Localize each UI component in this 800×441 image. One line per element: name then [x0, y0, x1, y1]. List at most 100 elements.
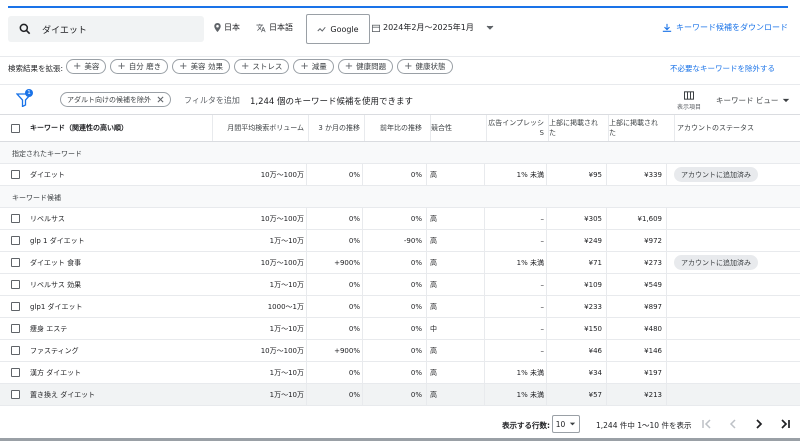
row-checkbox[interactable]: [11, 170, 20, 179]
header-keyword[interactable]: キーワード（関連性の高い順）: [30, 115, 210, 141]
prev-icon[interactable]: [726, 417, 740, 431]
yoy-cell: -90%: [403, 236, 422, 245]
expand-label: 検索結果を拡張:: [8, 64, 64, 73]
expand-bar: 検索結果を拡張: + 美容 + 自分 磨き + 美容 効果 + ストレス + 減量 + 健康問題 + 健康…: [0, 56, 800, 76]
three-month-cell: 0%: [348, 324, 360, 333]
row-checkbox[interactable]: [11, 346, 20, 355]
expand-chip[interactable]: + ストレス: [233, 59, 290, 74]
location-filter[interactable]: 日本: [214, 22, 240, 33]
table-row[interactable]: glp 1 ダイエット 1万～10万 0% -90% 高 – ¥249 ¥972: [0, 230, 800, 252]
competition-cell: 高: [430, 214, 437, 223]
volume-cell: 1万～10万: [269, 280, 304, 289]
volume-cell: 1000～1万: [267, 302, 304, 311]
expand-chip[interactable]: + 健康状態: [397, 59, 453, 74]
header-low-bid[interactable]: 上部に掲載された: [548, 115, 604, 141]
row-checkbox[interactable]: [11, 324, 20, 333]
rows-per-page-select[interactable]: 10: [552, 415, 580, 433]
low-bid-cell: ¥46: [588, 346, 602, 355]
yoy-cell: 0%: [410, 390, 422, 399]
table-row[interactable]: ファスティング 10万～100万 +900% 0% 高 – ¥46 ¥146: [0, 340, 800, 362]
expand-chip[interactable]: + 美容 効果: [172, 59, 230, 74]
search-engine-filter[interactable]: Google: [306, 14, 370, 44]
high-bid-cell: ¥146: [644, 346, 662, 355]
row-checkbox[interactable]: [11, 390, 20, 399]
location-label: 日本: [224, 23, 240, 32]
section-keyword-candidates: キーワード候補: [0, 186, 800, 208]
competition-cell: 高: [430, 346, 437, 355]
row-checkbox[interactable]: [11, 214, 20, 223]
header-impression-share[interactable]: 広告インプレッシ S: [486, 115, 546, 141]
volume-cell: 10万～100万: [260, 258, 304, 267]
language-filter[interactable]: 日本語: [256, 22, 293, 33]
expand-chip-label: 減量: [311, 62, 327, 71]
engine-label: Google: [330, 24, 359, 34]
add-filter-button[interactable]: フィルタを追加: [184, 95, 240, 106]
high-bid-cell: ¥1,609: [637, 214, 663, 223]
row-checkbox[interactable]: [11, 236, 20, 245]
row-checkbox[interactable]: [11, 258, 20, 267]
table-row[interactable]: ダイエット 10万～100万 0% 0% 高 1% 未満 ¥95 ¥339 アカウントに追加済み: [0, 164, 800, 186]
volume-cell: 1万～10万: [269, 390, 304, 399]
next-icon[interactable]: [752, 417, 766, 431]
row-checkbox[interactable]: [11, 368, 20, 377]
impression-cell: –: [540, 302, 545, 311]
date-range-filter[interactable]: 2024年2月～2025年1月: [372, 22, 495, 33]
impression-cell: 1% 未満: [516, 170, 544, 179]
status-chip[interactable]: アカウントに追加済み: [674, 167, 758, 182]
expand-chip-label: 美容 効果: [190, 62, 223, 71]
yoy-cell: 0%: [410, 324, 422, 333]
expand-chip[interactable]: + 健康問題: [337, 59, 394, 74]
table-row[interactable]: リベルサス 効果 1万～10万 0% 0% 高 – ¥109 ¥549: [0, 274, 800, 296]
impression-cell: –: [540, 214, 545, 223]
row-checkbox[interactable]: [11, 280, 20, 289]
table-row[interactable]: リベルサス 10万～100万 0% 0% 高 – ¥305 ¥1,609: [0, 208, 800, 230]
table-row[interactable]: 漢方 ダイエット 1万～10万 0% 0% 高 1% 未満 ¥34 ¥197: [0, 362, 800, 384]
columns-button[interactable]: 表示項目: [674, 91, 704, 111]
header-volume[interactable]: 月間平均検索ボリューム: [212, 115, 306, 141]
first-page-icon[interactable]: [700, 417, 714, 431]
status-cell: [674, 362, 800, 383]
yoy-cell: 0%: [410, 346, 422, 355]
network-icon: [317, 26, 327, 32]
header-three-month[interactable]: 3 か月の推移: [308, 115, 362, 141]
impression-cell: –: [540, 236, 545, 245]
high-bid-cell: ¥213: [644, 390, 662, 399]
expand-chip[interactable]: + 自分 磨き: [110, 59, 169, 74]
header-status[interactable]: アカウントのステータス: [674, 115, 800, 141]
last-page-icon[interactable]: [778, 417, 792, 431]
exclude-keywords-link[interactable]: 不必要なキーワードを除外する: [670, 63, 775, 74]
keyword-cell: ダイエット: [30, 170, 65, 179]
low-bid-cell: ¥305: [584, 214, 602, 223]
yoy-cell: 0%: [410, 302, 422, 311]
adult-filter-chip[interactable]: アダルト向けの候補を除外: [60, 92, 171, 107]
expand-chip[interactable]: + 美容: [66, 59, 107, 74]
header-high-bid[interactable]: 上部に掲載された: [608, 115, 664, 141]
table-row[interactable]: 痩身 エステ 1万～10万 0% 0% 中 – ¥150 ¥480: [0, 318, 800, 340]
three-month-cell: 0%: [348, 302, 360, 311]
row-checkbox[interactable]: [11, 302, 20, 311]
close-icon[interactable]: [157, 96, 164, 103]
high-bid-cell: ¥480: [644, 324, 662, 333]
status-cell: アカウントに追加済み: [674, 252, 800, 273]
header-competition[interactable]: 競合性: [430, 115, 484, 141]
keyword-cell: 漢方 ダイエット: [30, 368, 82, 377]
pin-icon: [214, 23, 221, 32]
table-row[interactable]: ダイエット 食事 10万～100万 +900% 0% 高 1% 未満 ¥71 ¥273 アカウン…: [0, 252, 800, 274]
adult-filter-label: アダルト向けの候補を除外: [67, 95, 151, 104]
status-chip[interactable]: アカウントに追加済み: [674, 255, 758, 270]
three-month-cell: 0%: [348, 368, 360, 377]
keyword-cell: ダイエット 食事: [30, 258, 82, 267]
select-all-checkbox[interactable]: [11, 124, 20, 133]
low-bid-cell: ¥109: [584, 280, 602, 289]
expand-chip[interactable]: + 減量: [293, 59, 334, 74]
expand-chip-label: 健康問題: [356, 62, 387, 71]
table-row[interactable]: 置き換え ダイエット 1万～10万 0% 0% 高 1% 未満 ¥57 ¥213: [0, 384, 800, 406]
download-button[interactable]: キーワード候補をダウンロード: [662, 22, 788, 33]
impression-cell: –: [540, 280, 545, 289]
keyword-view-dropdown[interactable]: キーワード ビュー: [716, 95, 790, 106]
search-input[interactable]: ダイエット: [8, 16, 204, 42]
table-row[interactable]: glp1 ダイエット 1000～1万 0% 0% 高 – ¥233 ¥897: [0, 296, 800, 318]
expand-chip-label: 自分 磨き: [128, 62, 162, 71]
header-yoy[interactable]: 前年比の推移: [364, 115, 424, 141]
impression-cell: –: [540, 324, 545, 333]
